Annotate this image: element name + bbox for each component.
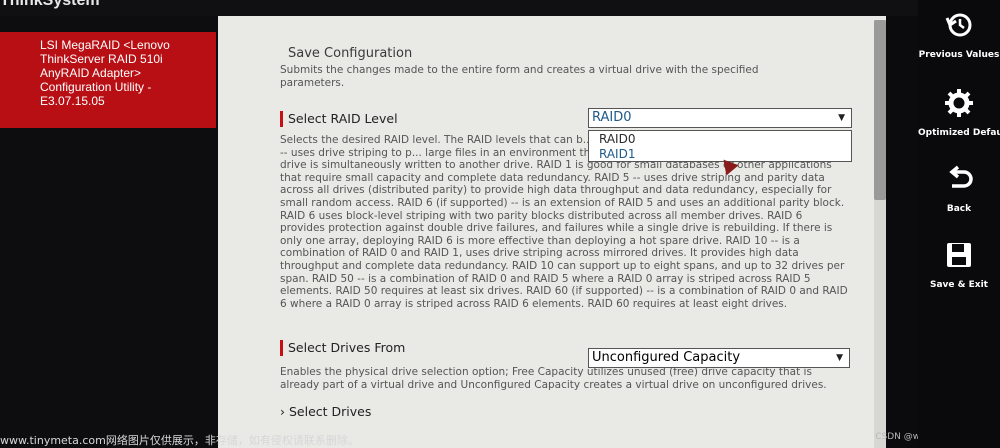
nav-item-megaraid[interactable]: LSI MegaRAID <Lenovo ThinkServer RAID 51… bbox=[0, 32, 216, 128]
main-form: Save Configuration Submits the changes m… bbox=[218, 16, 886, 448]
previous-values-button[interactable]: Previous Values bbox=[918, 10, 1000, 61]
save-configuration-link[interactable]: Save Configuration bbox=[288, 46, 412, 61]
history-icon bbox=[945, 13, 972, 37]
drives-from-value: Unconfigured Capacity bbox=[592, 350, 741, 365]
raid-level-select[interactable]: RAID0 ▼ bbox=[588, 108, 852, 128]
select-drives-link[interactable]: › Select Drives bbox=[280, 404, 371, 419]
chevron-down-icon: ▼ bbox=[838, 113, 845, 123]
drives-from-select[interactable]: Unconfigured Capacity ▼ bbox=[588, 348, 850, 368]
app-title: ThinkSystem bbox=[0, 0, 100, 9]
raid-level-dropdown: RAID0 RAID1 bbox=[588, 130, 852, 162]
chevron-right-icon: › bbox=[280, 404, 285, 419]
raid-level-label: Select RAID Level bbox=[280, 111, 398, 127]
nav-item-label: LSI MegaRAID <Lenovo ThinkServer RAID 51… bbox=[40, 38, 170, 108]
top-bar: ThinkSystem bbox=[0, 0, 1000, 16]
drives-from-desc: Enables the physical drive selection opt… bbox=[280, 366, 827, 391]
optimized-defaults-button[interactable]: Optimized Defaults bbox=[918, 88, 1000, 139]
raid-option-raid1[interactable]: RAID1 bbox=[599, 147, 635, 161]
save-exit-button[interactable]: Save & Exit bbox=[918, 240, 1000, 291]
back-button[interactable]: Back bbox=[918, 164, 1000, 215]
right-action-panel: Previous Values Optimized Defaults Back … bbox=[918, 0, 1000, 448]
floppy-disk-icon bbox=[947, 243, 971, 267]
watermark-text: www.tinymeta.com网络图片仅供展示，非存储，如有侵权请联系删除。 bbox=[0, 434, 359, 447]
raid-level-value: RAID0 bbox=[592, 110, 632, 125]
scrollbar-thumb[interactable] bbox=[874, 20, 886, 200]
chevron-down-icon: ▼ bbox=[836, 353, 843, 363]
drives-from-label: Select Drives From bbox=[280, 340, 405, 356]
back-arrow-icon bbox=[949, 165, 973, 188]
gear-icon bbox=[945, 89, 973, 117]
raid-option-raid0[interactable]: RAID0 bbox=[599, 132, 635, 146]
save-configuration-desc: Submits the changes made to the entire f… bbox=[280, 64, 759, 89]
